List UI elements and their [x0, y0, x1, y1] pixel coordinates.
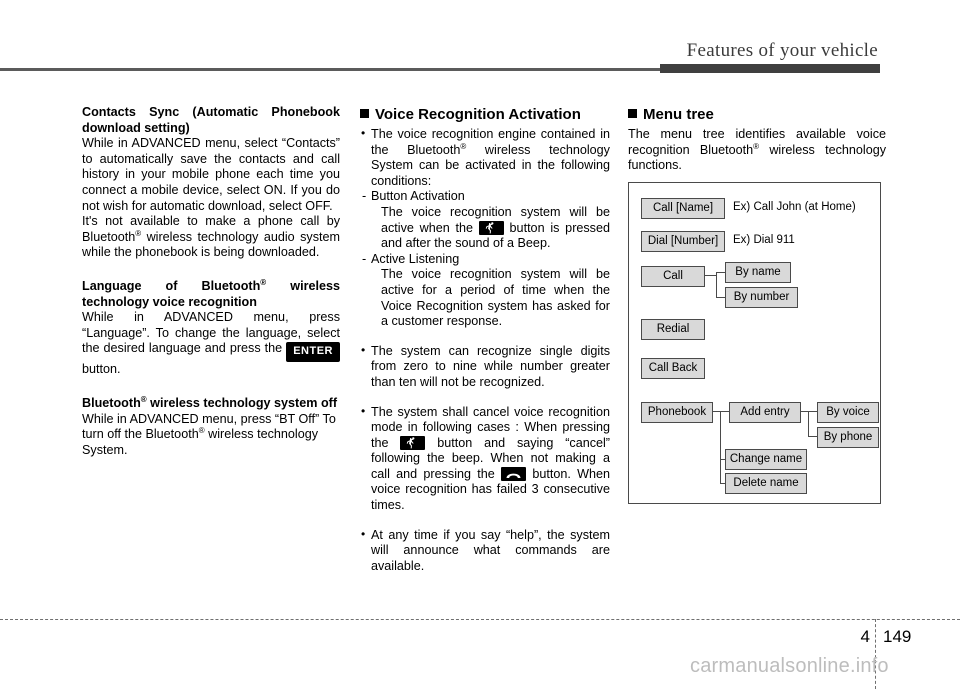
- tree-node-by-phone[interactable]: By phone: [817, 427, 879, 448]
- tree-connector: [716, 272, 726, 274]
- tree-connector: [720, 459, 726, 461]
- left-heading-contacts-sync: Contacts Sync (Automatic Phonebook downl…: [82, 105, 340, 135]
- mid-sub-active-listening: Active Listening: [360, 252, 610, 268]
- left-column: Contacts Sync (Automatic Phonebook downl…: [82, 105, 340, 458]
- tree-node-redial[interactable]: Redial: [641, 319, 705, 340]
- tree-connector: [720, 411, 730, 413]
- tree-connector: [705, 275, 716, 277]
- header-rule-thin: [0, 68, 660, 71]
- enter-key-badge[interactable]: ENTER: [286, 342, 340, 363]
- left-heading3-pre: Bluetooth: [82, 395, 141, 410]
- section-heading-label: Voice Recognition Activation: [375, 106, 581, 123]
- chapter-number: 4: [860, 627, 870, 646]
- left-heading3-post: wireless technology system off: [146, 395, 338, 410]
- page-title: Features of your vehicle: [686, 40, 878, 61]
- right-para-intro: The menu tree identifies available voice…: [628, 127, 886, 174]
- tree-connector: [808, 411, 810, 437]
- mid-sub-button-activation-text: The voice recognition system will be act…: [360, 205, 610, 252]
- left-heading-bt-off: Bluetooth® wireless technology system of…: [82, 395, 340, 412]
- voice-recognition-button-icon: [478, 220, 504, 235]
- header-rule-thick: [660, 64, 880, 73]
- mid-bullet-single-digits: The system can recognize single digits f…: [360, 343, 610, 391]
- watermark: carmanualsonline.info: [690, 655, 889, 677]
- tree-node-change-name[interactable]: Change name: [725, 449, 807, 470]
- left-heading-language: Language of Bluetooth® wireless technolo…: [82, 278, 340, 310]
- mid-bullet-engine: The voice recognition engine contained i…: [360, 126, 610, 189]
- tree-node-by-name[interactable]: By name: [725, 262, 791, 283]
- tree-node-by-voice[interactable]: By voice: [817, 402, 879, 423]
- square-bullet-icon: [360, 109, 369, 118]
- voice-recognition-button-icon: [400, 435, 426, 450]
- tree-node-phonebook[interactable]: Phonebook: [641, 402, 713, 423]
- left-para3-post: button.: [82, 362, 121, 377]
- page-header: Features of your vehicle: [0, 0, 960, 80]
- tree-node-call-back[interactable]: Call Back: [641, 358, 705, 379]
- tree-node-by-number[interactable]: By number: [725, 287, 798, 308]
- left-para-bt-off: While in ADVANCED menu, press “BT Off” T…: [82, 412, 340, 459]
- tree-note-dial-number: Ex) Dial 911: [733, 234, 795, 246]
- right-column: Menu tree The menu tree identifies avail…: [628, 105, 886, 174]
- mid-sub-button-activation: Button Activation: [360, 189, 610, 205]
- tree-connector: [720, 483, 726, 485]
- footer-divider: [0, 619, 960, 620]
- left-para-contacts-sync: While in ADVANCED menu, select “Contacts…: [82, 136, 340, 213]
- end-call-button-icon: [501, 466, 527, 481]
- mid-bullet-cancel-cases: The system shall cancel voice recognitio…: [360, 403, 610, 514]
- tree-connector: [716, 297, 726, 299]
- left-para-language: While in ADVANCED menu, press “Language”…: [82, 310, 340, 378]
- mid-bullet-help: At any time if you say “help”, the syste…: [360, 527, 610, 575]
- section-heading-label: Menu tree: [643, 106, 714, 123]
- footer-vertical-divider: [875, 619, 876, 689]
- mid-sub-active-listening-text: The voice recognition system will be act…: [381, 267, 610, 329]
- tree-node-call-name[interactable]: Call [Name]: [641, 198, 725, 219]
- tree-node-add-entry[interactable]: Add entry: [729, 402, 801, 423]
- tree-connector: [808, 436, 818, 438]
- tree-connector: [720, 411, 722, 483]
- tree-note-call-name: Ex) Call John (at Home): [733, 201, 856, 213]
- tree-node-dial-number[interactable]: Dial [Number]: [641, 231, 725, 252]
- section-heading-voice-recognition-activation: Voice Recognition Activation: [360, 105, 610, 124]
- left-para-no-call-while-download: It's not available to make a phone call …: [82, 214, 340, 261]
- left-heading2-pre: Language of Bluetooth: [82, 278, 261, 293]
- page-number: 149: [883, 627, 912, 646]
- section-heading-menu-tree: Menu tree: [628, 105, 886, 124]
- tree-node-call[interactable]: Call: [641, 266, 705, 287]
- middle-column: Voice Recognition Activation The voice r…: [360, 105, 610, 574]
- square-bullet-icon: [628, 109, 637, 118]
- tree-node-delete-name[interactable]: Delete name: [725, 473, 807, 494]
- menu-tree-diagram: Call [Name] Ex) Call John (at Home) Dial…: [628, 182, 881, 504]
- tree-connector: [808, 411, 818, 413]
- tree-connector: [716, 272, 718, 297]
